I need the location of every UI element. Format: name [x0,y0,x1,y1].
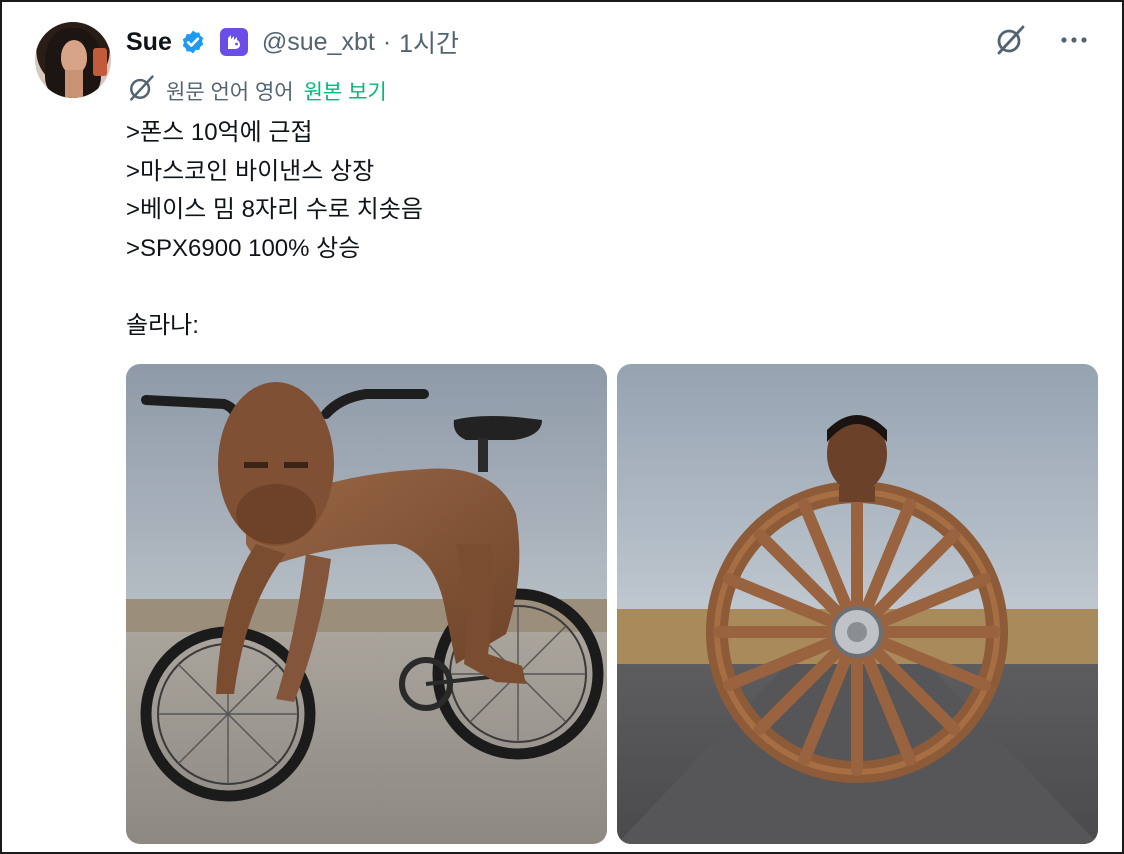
translation-label: 원문 언어 영어 [166,81,294,104]
separator-dot: · [382,27,392,56]
tweet-card: Sue @sue_xbt · 1시간 원문 언어 영어 원본 보기 >폰스 10… [0,0,1124,854]
image-human-bicycle [126,364,607,844]
tweet-line: >폰스 10억에 근접 [126,119,313,146]
translation-row: 원문 언어 영어 원본 보기 [126,74,387,108]
handle[interactable]: @sue_xbt [262,28,375,57]
media-image-wheel[interactable] [617,364,1098,844]
avatar[interactable] [35,22,111,98]
display-name[interactable]: Sue [126,28,172,57]
grok-icon[interactable] [992,22,1028,58]
avatar-neck [65,70,83,98]
more-options-icon[interactable] [1056,22,1092,58]
image-human-wheel [617,364,1098,844]
view-original-link[interactable]: 원본 보기 [304,76,387,106]
tweet-line: >베이스 밈 8자리 수로 치솟음 [126,196,423,223]
avatar-accent [93,48,107,76]
verified-badge-icon [180,29,206,55]
media-grid [126,364,1098,846]
media-image-bike[interactable] [126,364,607,844]
tweet-actions [992,22,1092,58]
app-badge-icon[interactable] [219,28,248,56]
author-row: Sue @sue_xbt · 1시간 [126,24,459,60]
tweet-line: >SPX6900 100% 상승 [126,234,361,262]
avatar-face [61,40,87,74]
tweet-line: 솔라나: [126,311,199,339]
translate-icon [126,73,156,109]
timestamp[interactable]: 1시간 [399,24,459,60]
tweet-text: >폰스 10억에 근접 >마스코인 바이낸스 상장 >베이스 밈 8자리 수로 … [126,114,1026,345]
tweet-line: >마스코인 바이낸스 상장 [126,157,375,185]
